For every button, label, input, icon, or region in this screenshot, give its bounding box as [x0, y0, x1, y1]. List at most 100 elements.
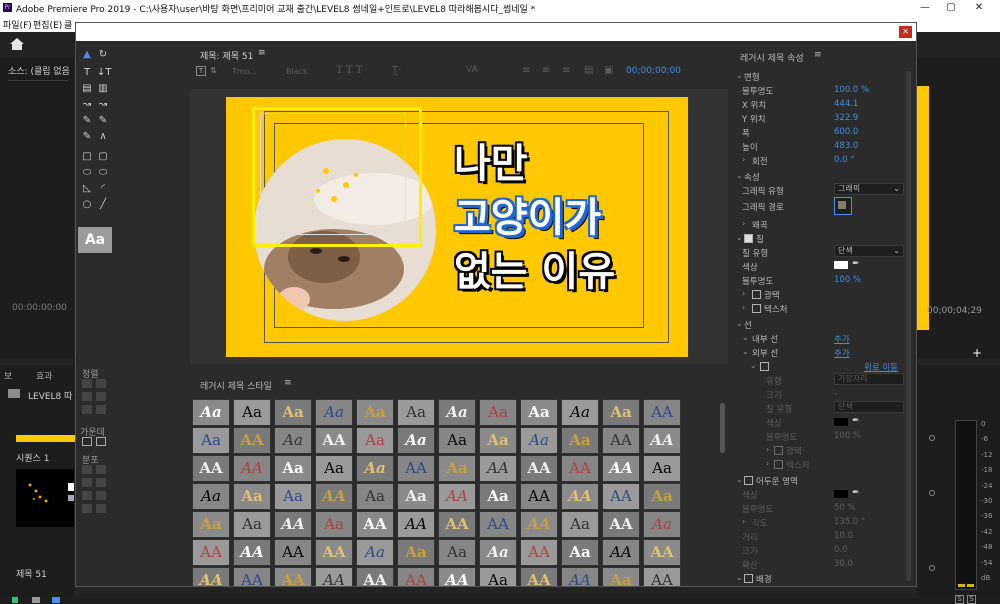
align-center-icon[interactable]: ≡: [542, 65, 550, 76]
style-swatch[interactable]: AA: [561, 567, 599, 586]
type-tool-icon[interactable]: T: [81, 67, 93, 79]
source-tab[interactable]: 소스: (클립 없음: [8, 64, 70, 77]
strokes-heading[interactable]: 선: [744, 319, 752, 331]
outer-stroke-label[interactable]: 외부 선: [752, 347, 778, 359]
align-left-icon[interactable]: ≡: [522, 65, 530, 76]
style-swatch[interactable]: AA: [602, 427, 640, 454]
style-swatch[interactable]: AA: [274, 539, 312, 566]
arc-tool-icon[interactable]: ◜: [97, 183, 109, 195]
fill-opacity-value[interactable]: 100 %: [834, 275, 861, 285]
style-swatch[interactable]: Aa: [397, 539, 435, 566]
fill-type-dropdown[interactable]: 단색 ⌄: [834, 245, 904, 257]
rotation-tool-icon[interactable]: ↻: [97, 49, 109, 61]
sheen-checkbox[interactable]: [752, 290, 761, 299]
style-swatch[interactable]: AA: [438, 483, 476, 510]
style-swatch[interactable]: AA: [602, 511, 640, 538]
styles-menu-icon[interactable]: ≡: [284, 378, 292, 388]
style-swatch[interactable]: Aa: [479, 399, 517, 426]
style-swatch[interactable]: AA: [520, 511, 558, 538]
style-swatch[interactable]: Aa: [561, 399, 599, 426]
style-swatch[interactable]: AA: [274, 567, 312, 586]
style-swatch[interactable]: Aa: [192, 399, 230, 426]
style-swatch[interactable]: Aa: [274, 427, 312, 454]
shadow-heading[interactable]: 어두운 영역: [756, 475, 798, 487]
panel-tab[interactable]: 보: [4, 369, 12, 382]
solo-button[interactable]: S: [955, 595, 964, 604]
show-video-icon[interactable]: ▣: [604, 65, 613, 76]
distort-label[interactable]: 왜곡: [752, 219, 768, 231]
fill-color-swatch[interactable]: [834, 261, 848, 269]
style-swatch[interactable]: AA: [561, 483, 599, 510]
style-swatch[interactable]: AA: [397, 511, 435, 538]
style-swatch[interactable]: AA: [438, 511, 476, 538]
vertical-type-tool-icon[interactable]: ↓T: [97, 67, 112, 79]
line-tool-icon[interactable]: ╱: [97, 199, 109, 211]
sequence-thumbnail[interactable]: [16, 469, 74, 527]
style-swatch[interactable]: Aa: [315, 455, 353, 482]
title-tab[interactable]: 제목: 제목 51: [200, 49, 253, 62]
style-swatch[interactable]: Aa: [561, 427, 599, 454]
outer-stroke-add-link[interactable]: 추가: [834, 347, 850, 359]
style-swatch[interactable]: Aa: [643, 483, 681, 510]
style-swatch[interactable]: Aa: [274, 455, 312, 482]
style-swatch[interactable]: Aa: [479, 539, 517, 566]
timecode-display[interactable]: 00;00;00;00: [626, 66, 681, 76]
add-button[interactable]: +: [972, 346, 982, 360]
roll-crawl-icon[interactable]: ⇅: [210, 66, 222, 76]
style-swatch[interactable]: AA: [315, 567, 353, 586]
style-swatch[interactable]: AA: [438, 567, 476, 586]
ellipse-tool-icon[interactable]: ○: [81, 199, 93, 211]
y-position-value[interactable]: 322.9: [834, 113, 858, 123]
style-swatch[interactable]: AA: [315, 539, 353, 566]
scroll-handle[interactable]: [929, 435, 935, 441]
style-swatch[interactable]: Aa: [438, 399, 476, 426]
style-swatch[interactable]: Aa: [643, 511, 681, 538]
style-swatch[interactable]: Aa: [479, 567, 517, 586]
scroll-handle[interactable]: [929, 490, 935, 496]
style-swatch[interactable]: Aa: [479, 427, 517, 454]
style-swatch[interactable]: Aa: [274, 483, 312, 510]
style-swatch[interactable]: AA: [520, 567, 558, 586]
style-swatch[interactable]: AA: [233, 455, 271, 482]
font-size-icon[interactable]: T̲·: [392, 65, 401, 76]
rotation-value[interactable]: 0.0 °: [834, 155, 854, 165]
style-swatch[interactable]: Aa: [397, 427, 435, 454]
minimize-button[interactable]: —: [918, 1, 932, 15]
eyedropper-icon[interactable]: ✒: [852, 259, 860, 269]
style-swatch[interactable]: Aa: [192, 427, 230, 454]
properties-scrollbar[interactable]: [906, 71, 911, 581]
title-text-block[interactable]: 나만 고양이가 없는 이유: [454, 137, 654, 317]
inner-stroke-label[interactable]: 내부 선: [752, 333, 778, 345]
font-style-select[interactable]: Black: [286, 67, 308, 76]
style-swatch[interactable]: Aa: [438, 455, 476, 482]
selection-bounding-box[interactable]: [260, 113, 406, 235]
style-swatch[interactable]: Aa: [233, 399, 271, 426]
style-swatch[interactable]: AA: [602, 483, 640, 510]
height-value[interactable]: 483.0: [834, 141, 858, 151]
style-swatch[interactable]: AA: [356, 567, 394, 586]
style-swatch[interactable]: AA: [643, 399, 681, 426]
style-swatch[interactable]: Aa: [356, 455, 394, 482]
properties-section-heading[interactable]: 속성: [744, 171, 760, 183]
style-swatch[interactable]: AA: [479, 455, 517, 482]
properties-menu-icon[interactable]: ≡: [814, 50, 822, 60]
style-swatch[interactable]: Aa: [233, 483, 271, 510]
rounded-corner-rectangle-tool-icon[interactable]: ▢: [97, 151, 109, 163]
home-icon[interactable]: [10, 38, 24, 50]
clipped-corner-rectangle-tool-icon[interactable]: ⬭: [81, 167, 93, 179]
style-swatch[interactable]: Aa: [397, 483, 435, 510]
graphic-type-dropdown[interactable]: 그래픽 ⌄: [834, 183, 904, 195]
style-swatch[interactable]: AA: [315, 483, 353, 510]
style-swatch[interactable]: AA: [397, 455, 435, 482]
style-swatch[interactable]: Aa: [192, 511, 230, 538]
title-canvas[interactable]: 나만 고양이가 없는 이유: [190, 89, 728, 364]
style-swatch[interactable]: Aa: [356, 427, 394, 454]
style-swatch[interactable]: AA: [233, 567, 271, 586]
kerning-icon[interactable]: VA: [466, 65, 478, 75]
style-swatch[interactable]: Aa: [561, 511, 599, 538]
style-swatch[interactable]: AA: [643, 539, 681, 566]
delete-anchor-tool-icon[interactable]: ✎: [97, 115, 109, 127]
opacity-value[interactable]: 100.0 %: [834, 85, 869, 95]
new-title-icon[interactable]: T: [196, 66, 206, 76]
style-swatch[interactable]: AA: [602, 539, 640, 566]
